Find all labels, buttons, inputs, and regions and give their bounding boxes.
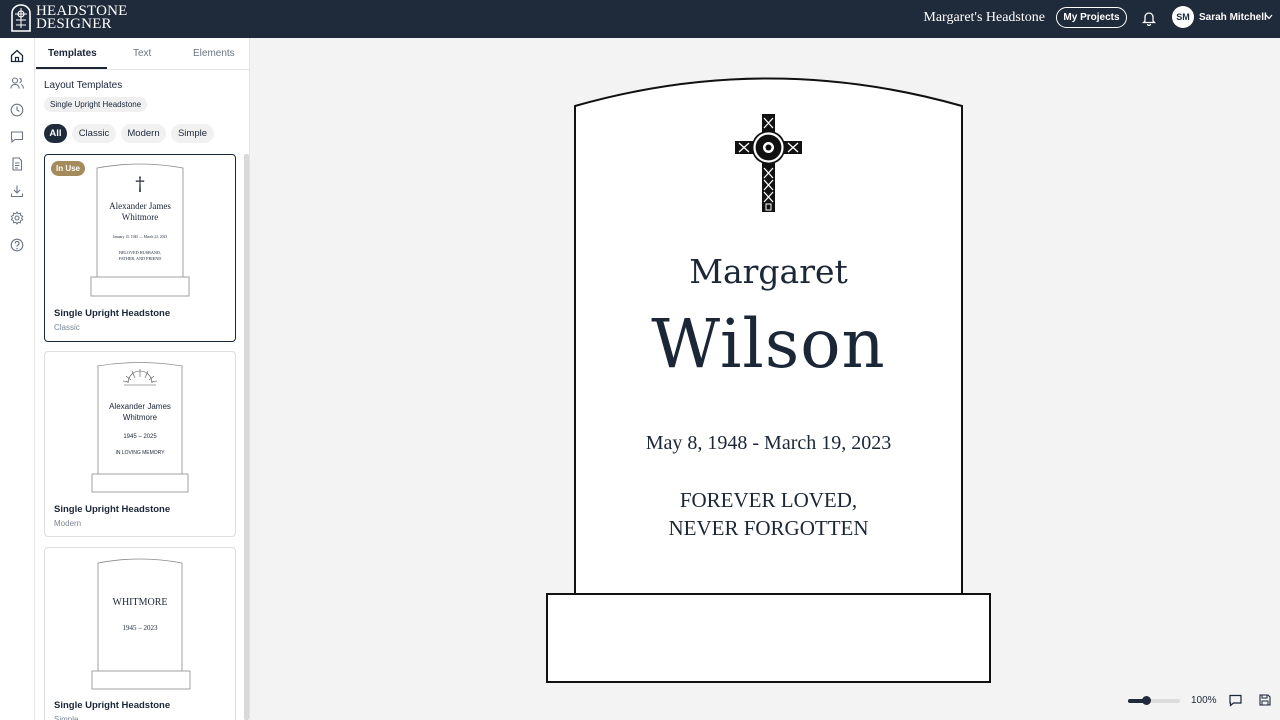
- top-bar: HEADSTONE DESIGNER Margaret's Headstone …: [0, 0, 1280, 38]
- chevron-down-icon[interactable]: [1265, 14, 1273, 20]
- template-preview-modern: Alexander James Whitmore 1945 – 2025 IN …: [91, 362, 189, 493]
- logo-text-line2: DESIGNER: [36, 16, 112, 32]
- panel-tabs: Templates Text Elements: [35, 38, 249, 70]
- user-name[interactable]: Sarah Mitchell: [1199, 12, 1267, 23]
- message-icon[interactable]: [10, 130, 24, 144]
- filter-simple[interactable]: Simple: [171, 124, 214, 143]
- headstone-epitaph[interactable]: FOREVER LOVED, NEVER FORGOTTEN: [575, 486, 962, 542]
- preview-surname: WHITMORE: [113, 597, 168, 608]
- preview-dates: 1945 – 2023: [123, 624, 159, 632]
- template-card-classic[interactable]: In Use † Alexander James Whitmore Januar…: [44, 154, 236, 342]
- project-title: Margaret's Headstone: [923, 10, 1045, 25]
- filter-classic[interactable]: Classic: [72, 124, 116, 143]
- preview-dates: 1945 – 2025: [123, 434, 157, 440]
- headstone-logo-icon: [11, 4, 31, 32]
- active-tab-indicator: [36, 67, 107, 69]
- headstone-last-name[interactable]: Wilson: [575, 305, 962, 383]
- tab-templates[interactable]: Templates: [48, 48, 97, 59]
- epitaph-line2: NEVER FORGOTTEN: [668, 516, 869, 540]
- comment-icon[interactable]: [1229, 694, 1242, 707]
- template-card-simple[interactable]: WHITMORE 1945 – 2023 Single Upright Head…: [44, 547, 236, 720]
- template-style: Modern: [54, 519, 82, 528]
- template-style: Simple: [54, 715, 79, 720]
- cross-symbol: †: [135, 173, 145, 195]
- save-icon[interactable]: [1259, 694, 1271, 706]
- users-icon[interactable]: [10, 76, 24, 90]
- headstone-dates[interactable]: May 8, 1948 - March 19, 2023: [575, 432, 962, 455]
- filter-all[interactable]: All: [44, 124, 67, 143]
- in-use-badge: In Use: [51, 161, 86, 176]
- template-name: Single Upright Headstone: [54, 504, 171, 515]
- filter-modern[interactable]: Modern: [121, 124, 166, 143]
- templates-panel: Templates Text Elements Layout Templates…: [35, 38, 250, 720]
- template-style: Classic: [54, 323, 80, 332]
- my-projects-button[interactable]: My Projects: [1056, 7, 1127, 28]
- avatar[interactable]: SM: [1172, 6, 1194, 28]
- preview-name-line1: Alexander James: [109, 402, 171, 411]
- home-icon[interactable]: [10, 49, 24, 63]
- panel-scrollbar[interactable]: [244, 154, 249, 720]
- settings-icon[interactable]: [10, 211, 24, 225]
- tab-elements[interactable]: Elements: [193, 48, 235, 59]
- template-name: Single Upright Headstone: [54, 308, 171, 319]
- template-name: Single Upright Headstone: [54, 700, 171, 711]
- zoom-slider[interactable]: [1128, 696, 1180, 705]
- preview-name-line1: Alexander James: [109, 201, 171, 211]
- template-card-modern[interactable]: Alexander James Whitmore 1945 – 2025 IN …: [44, 351, 236, 537]
- template-preview-simple: WHITMORE 1945 – 2023: [91, 558, 191, 690]
- help-icon[interactable]: [10, 238, 24, 252]
- preview-name-line2: Whitmore: [122, 212, 159, 222]
- app-logo[interactable]: HEADSTONE DESIGNER: [10, 4, 128, 32]
- celtic-cross-icon[interactable]: [733, 112, 804, 214]
- zoom-slider-handle[interactable]: [1141, 696, 1151, 705]
- headstone-first-name[interactable]: Margaret: [575, 252, 962, 291]
- preview-epitaph-line1: IN LOVING MEMORY: [115, 450, 165, 456]
- tab-text[interactable]: Text: [133, 48, 151, 59]
- clock-icon[interactable]: [10, 103, 24, 117]
- download-icon[interactable]: [10, 184, 24, 198]
- current-template-chip: Single Upright Headstone: [44, 97, 148, 112]
- epitaph-line1: FOREVER LOVED,: [679, 488, 858, 512]
- icon-rail: [0, 38, 35, 720]
- zoom-level: 100%: [1191, 695, 1217, 706]
- document-icon[interactable]: [10, 157, 24, 171]
- template-preview-classic: † Alexander James Whitmore January 15, 1…: [90, 163, 190, 297]
- section-title: Layout Templates: [44, 80, 123, 91]
- bell-icon[interactable]: [1142, 10, 1156, 26]
- preview-name-line2: Whitmore: [123, 413, 158, 422]
